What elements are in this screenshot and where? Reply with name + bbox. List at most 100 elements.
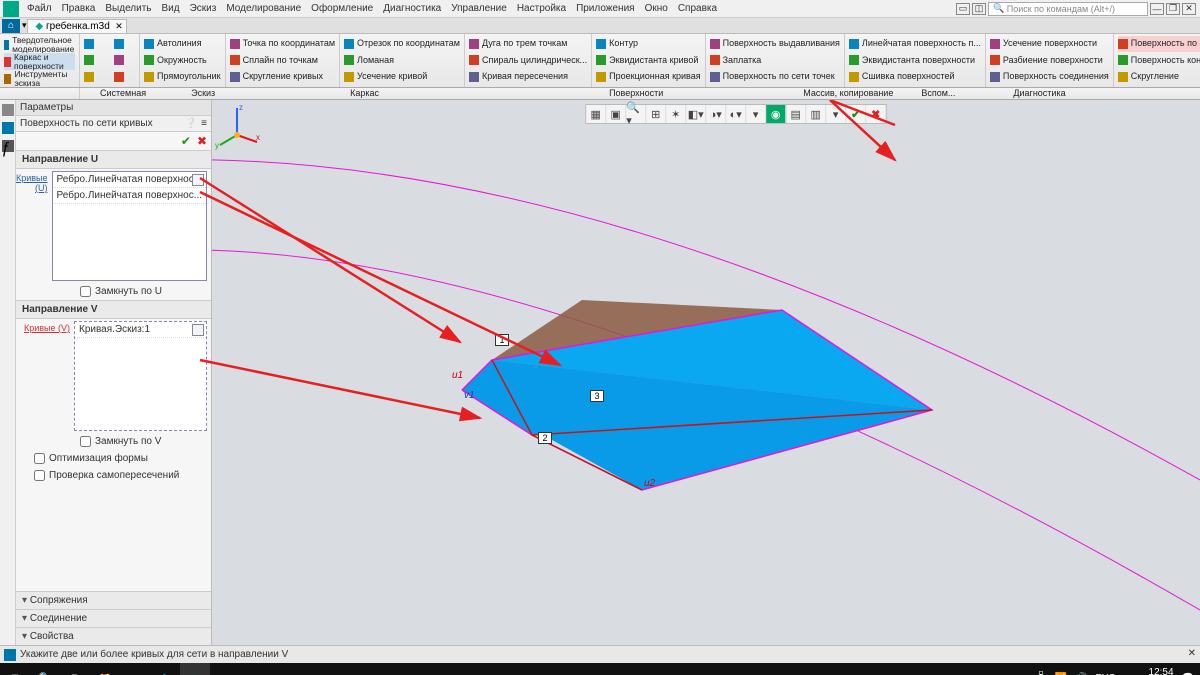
cmd-trim-surf[interactable]: Усечение поверхности: [990, 36, 1109, 52]
vtb-10[interactable]: ▥: [806, 105, 826, 123]
cmd-patch[interactable]: Заплатка: [710, 52, 840, 68]
vtb-11[interactable]: ▾: [826, 105, 846, 123]
cancel-icon[interactable]: ✖: [197, 134, 207, 148]
ribbon-sec-sketch[interactable]: Эскиз: [166, 88, 240, 99]
cmd-circle[interactable]: Окружность: [144, 52, 221, 68]
list-item[interactable]: Кривая.Эскиз:1: [75, 322, 206, 338]
cmd-fillet[interactable]: Скругление: [1118, 69, 1200, 85]
ribbon-sec-surf[interactable]: Поверхности: [489, 88, 783, 99]
curves-v-link[interactable]: Кривые (V): [16, 319, 74, 333]
document-tab[interactable]: ◆ гребенка.m3d ✕: [27, 19, 127, 33]
help-icon[interactable]: ❔: [185, 118, 197, 129]
vtb-2[interactable]: ▣: [606, 105, 626, 123]
tab-close-icon[interactable]: ✕: [115, 21, 123, 32]
cmd-extrude-surf[interactable]: Поверхность выдавливания: [710, 36, 840, 52]
cmd-net-surf[interactable]: Поверхность по сети кривых: [1118, 36, 1200, 52]
cmd-split-surf[interactable]: Разбиение поверхности: [990, 52, 1109, 68]
axis-gizmo[interactable]: z x y: [212, 100, 262, 150]
tb-app-3[interactable]: ✈: [150, 663, 180, 675]
cmd-sys-2[interactable]: [84, 52, 106, 68]
cmd-ruled-surf[interactable]: Линейчатая поверхность п...: [849, 36, 981, 52]
ribbon-sec-aux[interactable]: Вспом...: [913, 88, 963, 99]
vtb-7[interactable]: ◐▾: [726, 105, 746, 123]
menu-sketch[interactable]: Эскиз: [185, 3, 222, 14]
taskview-button[interactable]: ⧉: [60, 663, 90, 675]
menu-edit[interactable]: Правка: [57, 3, 101, 14]
tray-net-icon[interactable]: 🖧: [1035, 670, 1046, 675]
cmd-proj-crv[interactable]: Проекционная кривая: [596, 69, 700, 85]
cmd-pointnet-surf[interactable]: Поверхность по сети точек: [710, 69, 840, 85]
cmd-sew-surf[interactable]: Сшивка поверхностей: [849, 69, 981, 85]
close-btn[interactable]: ✕: [1182, 3, 1196, 15]
status-close-icon[interactable]: ✕: [1188, 648, 1196, 659]
self-int-checkbox[interactable]: [34, 470, 45, 481]
cmd-sys-3[interactable]: [84, 69, 106, 85]
cmd-point[interactable]: Точка по координатам: [230, 36, 335, 52]
vtb-3[interactable]: ⊞: [646, 105, 666, 123]
cmd-trim[interactable]: Усечение кривой: [344, 69, 460, 85]
vtb-6[interactable]: ◑▾: [706, 105, 726, 123]
vtb-9[interactable]: ▤: [786, 105, 806, 123]
menu-view[interactable]: Вид: [157, 3, 185, 14]
menu-diag[interactable]: Диагностика: [378, 3, 446, 14]
menu-window[interactable]: Окно: [640, 3, 673, 14]
cmd-polyline[interactable]: Ломаная: [344, 52, 460, 68]
list-item[interactable]: Ребро.Линейчатая поверхнос...: [53, 188, 207, 204]
cmd-intcurve[interactable]: Кривая пересечения: [469, 69, 587, 85]
cmd-blend-surf[interactable]: Поверхность соединения: [990, 69, 1109, 85]
mode-solid[interactable]: Твердотельное моделирование: [4, 36, 75, 53]
cmd-offset-surf[interactable]: Эквидистанта поверхности: [849, 52, 981, 68]
menu-model[interactable]: Моделирование: [221, 3, 306, 14]
cmd-sys-5[interactable]: [114, 52, 136, 68]
vtb-5[interactable]: ◧▾: [686, 105, 706, 123]
maximize-btn[interactable]: ❐: [1166, 3, 1180, 15]
layout-btn-1[interactable]: ▭: [956, 3, 970, 15]
tray-clock[interactable]: 12:54 16.06.2023: [1123, 667, 1173, 675]
callout-1[interactable]: 1: [495, 334, 509, 346]
cmd-segment[interactable]: Отрезок по координатам: [344, 36, 460, 52]
cmd-conic-surf[interactable]: Поверхность конического с...: [1118, 52, 1200, 68]
cmd-sys-4[interactable]: [114, 36, 136, 52]
acc-props[interactable]: Свойства: [16, 627, 211, 645]
minimize-btn[interactable]: —: [1150, 3, 1164, 15]
ribbon-sec-array[interactable]: Массив, копирование: [783, 88, 913, 99]
list-item[interactable]: Ребро.Линейчатая поверхнос...: [53, 172, 207, 188]
tb-app-1[interactable]: 📁: [90, 663, 120, 675]
cmd-fillet-crv[interactable]: Скругление кривых: [230, 69, 335, 85]
mode-sketch[interactable]: Инструменты эскиза: [4, 70, 75, 87]
vtb-4[interactable]: ✶: [666, 105, 686, 123]
vtb-zoom[interactable]: 🔍▾: [626, 105, 646, 123]
menu-select[interactable]: Выделить: [100, 3, 156, 14]
tb-app-kompas[interactable]: ◆: [180, 663, 210, 675]
menu-setup[interactable]: Настройка: [512, 3, 571, 14]
curves-v-list[interactable]: Кривая.Эскиз:1: [74, 321, 207, 431]
acc-connection[interactable]: Соединение: [16, 609, 211, 627]
curves-u-link[interactable]: Кривые (U): [16, 169, 52, 193]
menu-help[interactable]: Справка: [673, 3, 722, 14]
close-v-checkbox[interactable]: [80, 436, 91, 447]
vars-icon[interactable]: ƒ: [2, 140, 14, 152]
params-icon[interactable]: [2, 122, 14, 134]
vtb-render[interactable]: ◉: [766, 105, 786, 123]
ribbon-sec-diag[interactable]: Диагностика: [963, 88, 1115, 99]
search-button[interactable]: 🔍: [30, 663, 60, 675]
tree-icon[interactable]: [2, 104, 14, 116]
menu-apps[interactable]: Приложения: [571, 3, 640, 14]
list-badge-icon[interactable]: [192, 174, 204, 186]
vtb-8[interactable]: ▾: [746, 105, 766, 123]
menu-draft[interactable]: Оформление: [306, 3, 378, 14]
cmd-arc3pt[interactable]: Дуга по трем точкам: [469, 36, 587, 52]
cmd-spline[interactable]: Сплайн по точкам: [230, 52, 335, 68]
mode-surface[interactable]: Каркас и поверхности: [4, 53, 75, 70]
cmd-sys-1[interactable]: [84, 36, 106, 52]
acc-mates[interactable]: Сопряжения: [16, 591, 211, 609]
ribbon-sec-system[interactable]: Системная: [80, 88, 166, 99]
cmd-contour[interactable]: Контур: [596, 36, 700, 52]
cmd-offset-crv[interactable]: Эквидистанта кривой: [596, 52, 700, 68]
menu-file[interactable]: Файл: [22, 3, 57, 14]
cmd-sys-6[interactable]: [114, 69, 136, 85]
vtb-apply[interactable]: ✔: [846, 105, 866, 123]
ribbon-sec-wire[interactable]: Каркас: [240, 88, 489, 99]
curves-u-list[interactable]: Ребро.Линейчатая поверхнос... Ребро.Лине…: [52, 171, 208, 281]
callout-3[interactable]: 3: [590, 390, 604, 402]
